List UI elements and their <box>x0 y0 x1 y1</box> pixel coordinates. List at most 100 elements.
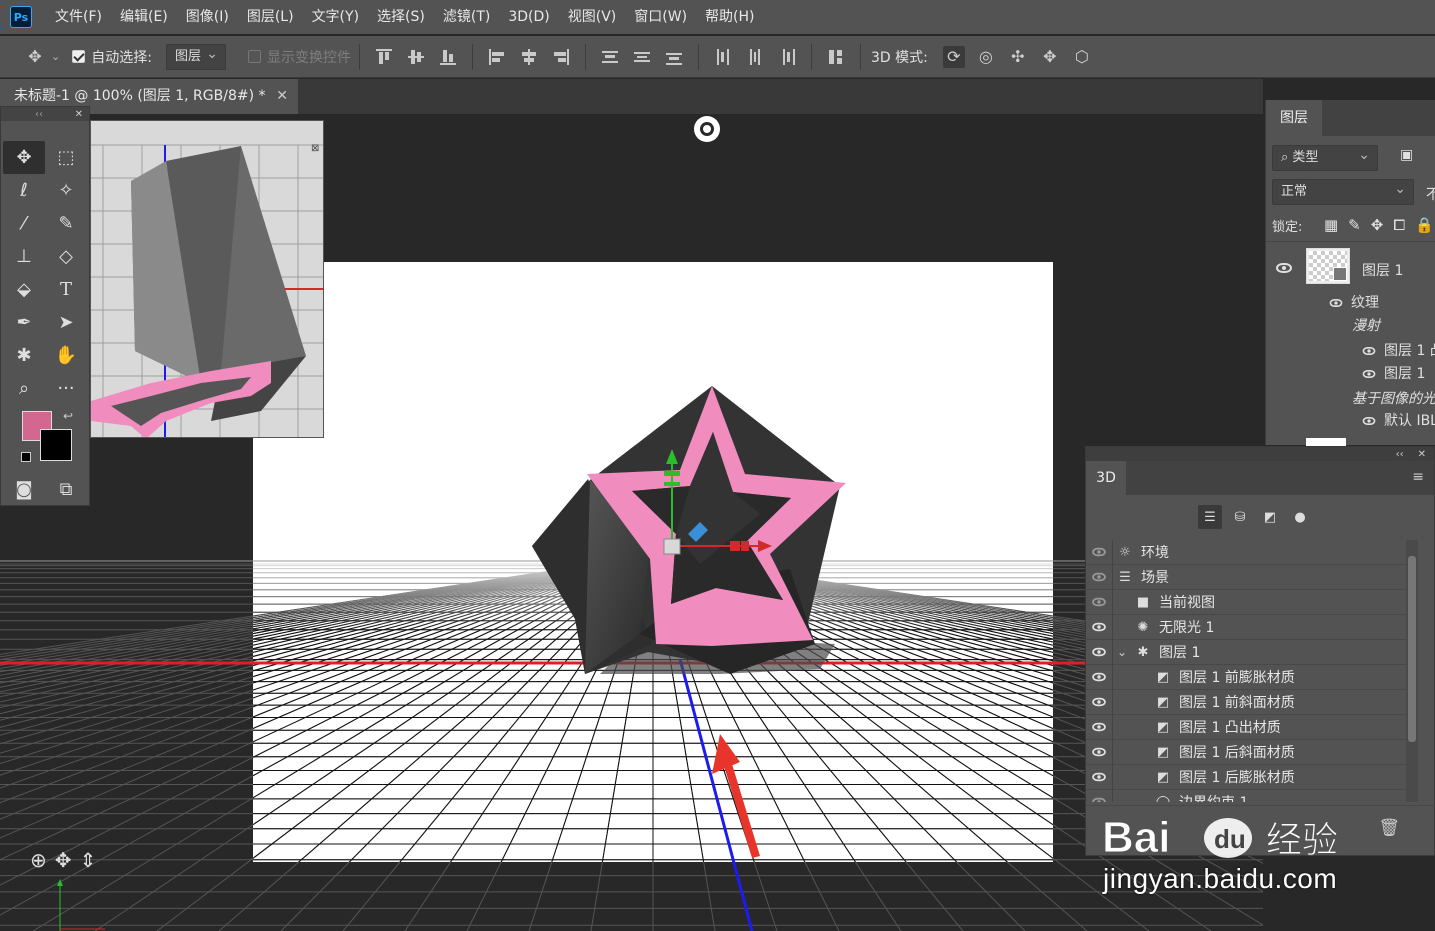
align-right-icon[interactable] <box>553 48 569 65</box>
image-filter-icon[interactable]: ▣ <box>1400 147 1413 163</box>
close-icon[interactable]: ✕ <box>1418 449 1426 460</box>
scene-row[interactable]: ◩ 图层 1 凸出材质 <box>1086 714 1408 740</box>
material-filter-icon[interactable]: ◩ <box>1258 505 1282 529</box>
auto-align-icon[interactable] <box>828 49 844 65</box>
background-color-swatch[interactable] <box>40 429 72 461</box>
quick-mask-icon[interactable]: ◙ <box>3 473 45 506</box>
lock-icons[interactable]: ▦✎✥⧠🔒 <box>1324 216 1435 234</box>
auto-select-target-select[interactable]: 图层 <box>165 42 226 70</box>
visibility-eye-icon[interactable] <box>1086 797 1112 802</box>
scene-row[interactable]: ◩ 图层 1 前膨胀材质 <box>1086 664 1408 690</box>
paint-bucket-tool-icon[interactable]: ⬙ <box>3 273 45 306</box>
sub-item-2[interactable]: 图层 1 <box>1361 363 1425 383</box>
scene-row[interactable]: ✺ 无限光 1 <box>1086 614 1408 640</box>
menu-layer[interactable]: 图层(L) <box>238 0 303 34</box>
align-left-icon[interactable] <box>488 48 505 65</box>
scene-row[interactable]: ☰ 场景 <box>1086 564 1408 590</box>
texture-row[interactable]: 纹理 <box>1328 292 1379 312</box>
layer-name[interactable]: 图层 1 <box>1362 260 1403 280</box>
pen-tool-icon[interactable]: ✒ <box>3 306 45 339</box>
move-tool-preset-icon[interactable]: ✥ <box>24 46 46 68</box>
close-icon[interactable]: ✕ <box>75 109 83 120</box>
visibility-eye-icon[interactable] <box>1086 572 1112 582</box>
swap-colors-icon[interactable]: ↩ <box>63 409 73 423</box>
visibility-eye-icon[interactable] <box>1086 772 1112 782</box>
distribute-right-icon[interactable] <box>779 48 795 65</box>
roll-3d-icon[interactable]: ◎ <box>975 46 997 68</box>
hand-tool-icon[interactable]: ✋ <box>45 339 87 372</box>
move-tool-icon[interactable]: ✥ <box>3 141 45 174</box>
scrollbar[interactable] <box>1406 540 1418 802</box>
type-tool-icon[interactable]: T <box>45 273 87 306</box>
align-top-icon[interactable] <box>375 48 392 65</box>
globe-icon[interactable]: ⊕ <box>30 848 47 872</box>
align-bottom-icon[interactable] <box>439 49 456 65</box>
custom-shape-tool-icon[interactable]: ✱ <box>3 339 45 372</box>
light-source-icon[interactable] <box>694 116 720 142</box>
eraser-tool-icon[interactable]: ◇ <box>45 240 87 273</box>
path-select-tool-icon[interactable]: ➤ <box>45 306 87 339</box>
slide-3d-icon[interactable]: ✥ <box>1039 46 1061 68</box>
distribute-vcenter-icon[interactable] <box>633 49 650 65</box>
scrollbar-thumb[interactable] <box>1408 556 1416 742</box>
blend-mode-select[interactable]: 正常 <box>1272 177 1414 205</box>
scene-filter-icon[interactable]: ☰ <box>1198 505 1222 529</box>
menu-filter[interactable]: 滤镜(T) <box>434 0 499 34</box>
orbit-3d-icon[interactable]: ⟳ <box>942 45 965 68</box>
visibility-eye-icon[interactable] <box>1086 647 1112 657</box>
marquee-tool-icon[interactable]: ⬚ <box>45 141 87 174</box>
scale-3d-icon[interactable]: ⬡ <box>1071 46 1093 68</box>
scene-row[interactable]: ◩ 图层 1 后膨胀材质 <box>1086 764 1408 790</box>
3d-camera-preview[interactable]: ⊠ <box>90 120 324 438</box>
pan-icon[interactable]: ✥ <box>55 848 72 872</box>
screen-mode-icon[interactable]: ⧉ <box>45 473 87 506</box>
menu-help[interactable]: 帮助(H) <box>696 0 763 34</box>
visibility-eye-icon[interactable] <box>1086 597 1112 607</box>
scene-row[interactable]: ⌄ ✱ 图层 1 <box>1086 639 1408 665</box>
scene-row[interactable]: ☼ 环境 <box>1086 540 1408 565</box>
distribute-bottom-icon[interactable] <box>665 49 682 65</box>
layer-visibility-eye-icon[interactable] <box>1276 260 1299 276</box>
menu-edit[interactable]: 编辑(E) <box>111 0 177 34</box>
visibility-eye-icon[interactable] <box>1086 722 1112 732</box>
sub-item-1[interactable]: 图层 1 凸 <box>1361 340 1435 360</box>
eyedropper-tool-icon[interactable]: ⁄ <box>3 207 45 240</box>
scene-row[interactable]: ◯ 边界约束 1 <box>1086 789 1408 802</box>
menu-file[interactable]: 文件(F) <box>46 0 111 34</box>
menu-type[interactable]: 文字(Y) <box>303 0 368 34</box>
blend-mode[interactable]: 正常 <box>1272 177 1414 205</box>
distribute-left-icon[interactable] <box>715 48 731 65</box>
drag-3d-icon[interactable]: ✣ <box>1007 46 1029 68</box>
zoom-tool-icon[interactable]: ⌕ <box>3 372 45 405</box>
visibility-eye-icon[interactable] <box>1086 697 1112 707</box>
close-icon[interactable]: ✕ <box>276 79 288 114</box>
dolly-icon[interactable]: ⇕ <box>80 848 97 872</box>
ibl-default[interactable]: 默认 IBL <box>1361 410 1435 430</box>
show-transform-option[interactable]: 显示变换控件 <box>247 47 351 67</box>
default-colors-icon[interactable] <box>21 452 31 462</box>
scene-row[interactable]: ■ 当前视图 <box>1086 589 1408 615</box>
chevron-down-icon[interactable]: ⌄ <box>51 50 60 63</box>
stamp-tool-icon[interactable]: ⊥ <box>3 240 45 273</box>
panel-menu-icon[interactable]: ≡ <box>1412 469 1424 485</box>
more-tools-icon[interactable]: ··· <box>45 372 87 405</box>
menu-view[interactable]: 视图(V) <box>559 0 626 34</box>
distribute-hcenter-icon[interactable] <box>747 48 763 65</box>
visibility-eye-icon[interactable] <box>1086 622 1112 632</box>
collapse-icon[interactable]: ‹‹ <box>1396 449 1404 460</box>
menu-image[interactable]: 图像(I) <box>177 0 238 34</box>
visibility-eye-icon[interactable] <box>1086 672 1112 682</box>
light-filter-icon[interactable]: ● <box>1288 505 1312 529</box>
menu-window[interactable]: 窗口(W) <box>625 0 696 34</box>
auto-select-option[interactable]: 自动选择: <box>72 47 152 67</box>
tab-layers[interactable]: 图层 <box>1266 100 1322 136</box>
auto-select-checkbox[interactable] <box>72 50 86 63</box>
menu-3d[interactable]: 3D(D) <box>499 0 558 34</box>
magic-wand-tool-icon[interactable]: ✧ <box>45 174 87 207</box>
mesh-filter-icon[interactable]: ⛁ <box>1228 505 1252 529</box>
visibility-eye-icon[interactable] <box>1086 747 1112 757</box>
distribute-top-icon[interactable] <box>601 49 618 65</box>
layer-filter-select[interactable]: ⌕ 类型 <box>1272 143 1378 171</box>
scene-row[interactable]: ◩ 图层 1 前斜面材质 <box>1086 689 1408 715</box>
lasso-tool-icon[interactable]: ℓ <box>3 174 45 207</box>
